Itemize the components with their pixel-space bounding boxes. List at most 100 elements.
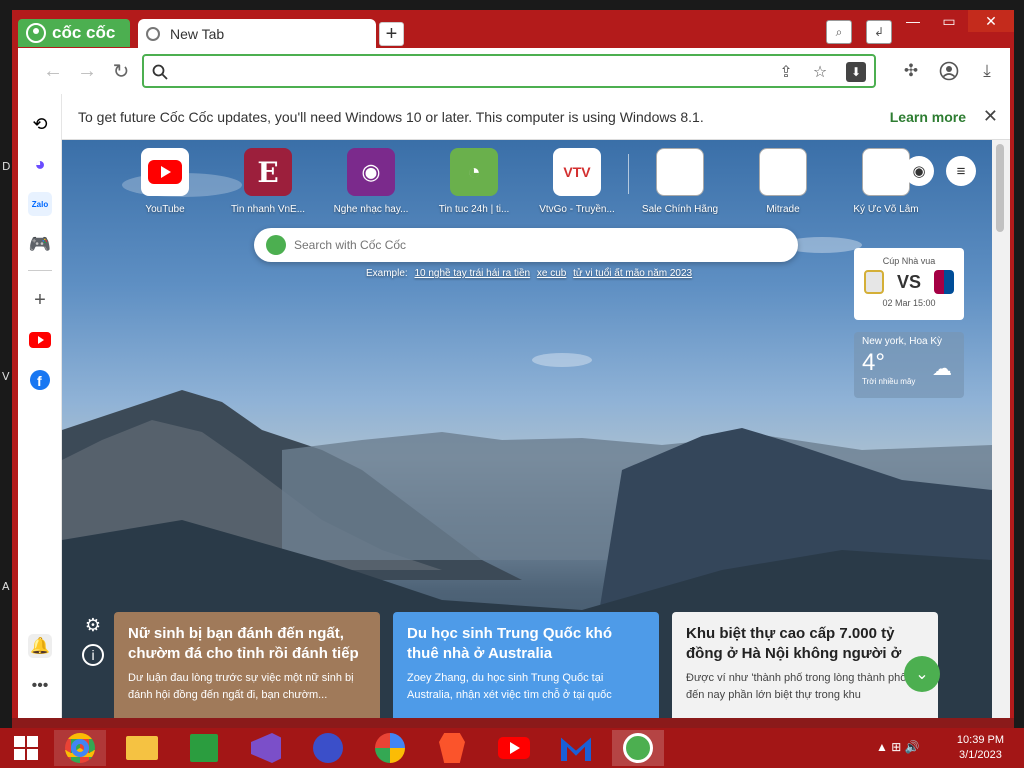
system-tray[interactable]: ▲ ⊞ 🔊: [876, 740, 920, 754]
tile-news24h[interactable]: ◔ Tin tuc 24h | ti...: [427, 148, 521, 215]
zalo-icon[interactable]: Zalo: [28, 192, 52, 216]
coccoc-menu-button[interactable]: cốc cốc: [18, 19, 130, 47]
taskbar-chrome[interactable]: [54, 730, 106, 766]
tile-label: Tin tuc 24h | ti...: [438, 204, 510, 215]
match-competition: Cúp Nhà vua: [882, 256, 936, 266]
weather-widget[interactable]: New york, Hoa Kỳ 4° Trời nhiều mây ☁: [854, 332, 964, 398]
desktop-icon-label[interactable]: A: [2, 580, 10, 593]
toolbar: ← → ↻ ⇪ ☆ ⬇ ✣ ⤓: [18, 48, 1010, 94]
taskbar-brave[interactable]: [426, 730, 478, 766]
taskbar-visual-studio[interactable]: [240, 730, 292, 766]
taskbar-store[interactable]: [178, 730, 230, 766]
ntp-customize-button[interactable]: ≡: [946, 156, 976, 186]
example-link[interactable]: xe cub: [537, 268, 566, 279]
desktop-icon-label[interactable]: V: [2, 370, 10, 383]
coccoc-app-icon: [623, 733, 653, 763]
tab-favicon-icon: [146, 26, 160, 41]
file-explorer-icon: [126, 736, 158, 760]
coccoc-search-icon: [266, 235, 286, 255]
news-snippet: Dư luận đau lòng trước sự việc một nữ si…: [128, 672, 354, 701]
tab-search-button[interactable]: ⌕: [826, 20, 852, 44]
messenger-icon[interactable]: ◕: [28, 152, 52, 176]
taskbar: ▲ ⊞ 🔊 10:39 PM 3/1/2023: [0, 728, 1024, 768]
learn-more-link[interactable]: Learn more: [890, 109, 966, 125]
tile-label: Ký Ức Võ Lâm: [853, 204, 919, 215]
youtube-tile-icon: [141, 148, 189, 196]
back-to-tab-button[interactable]: ↲: [866, 20, 892, 44]
star-icon[interactable]: ☆: [810, 62, 830, 82]
tab-search-icon: ⌕: [835, 24, 843, 39]
tile-label: Sale Chính Hãng: [641, 204, 719, 215]
taskbar-network-app[interactable]: [302, 730, 354, 766]
download-square-icon[interactable]: ⬇: [846, 62, 866, 82]
tile-label: Nghe nhạc hay...: [333, 204, 409, 215]
game-icon[interactable]: 🎮: [28, 232, 52, 256]
reload-button[interactable]: ↻: [108, 58, 134, 84]
chevron-down-icon: ⌄: [915, 666, 929, 683]
scroll-down-button[interactable]: ⌄: [904, 656, 940, 692]
kyuc-tile-icon: [862, 148, 910, 196]
forward-button[interactable]: →: [74, 58, 100, 84]
news-card[interactable]: Du học sinh Trung Quốc khó thuê nhà ở Au…: [393, 612, 659, 718]
news-card[interactable]: Khu biệt thự cao cấp 7.000 tỷ đồng ở Hà …: [672, 612, 938, 718]
desktop-right-edge: [1014, 0, 1024, 728]
vnexpress-tile-icon: E: [244, 148, 292, 196]
taskbar-malwarebytes[interactable]: [550, 730, 602, 766]
sliders-icon: ≡: [956, 162, 966, 180]
tile-mitrade[interactable]: Mitrade: [736, 148, 830, 215]
match-widget[interactable]: Cúp Nhà vua VS 02 Mar 15:00: [854, 248, 964, 320]
sale-tile-icon: [656, 148, 704, 196]
address-bar[interactable]: ⇪ ☆ ⬇: [142, 54, 876, 88]
share-icon[interactable]: ⇪: [776, 62, 796, 82]
maximize-button[interactable]: ▭: [934, 10, 964, 32]
page-content: ⟲ ◕ Zalo 🎮 + f 🔔 ••• To get future Cốc C…: [18, 94, 1010, 718]
facebook-icon[interactable]: f: [28, 368, 52, 392]
taskbar-file-explorer[interactable]: [116, 730, 168, 766]
infobar-close-icon[interactable]: ✕: [983, 106, 998, 127]
add-icon[interactable]: +: [28, 288, 52, 312]
scrollbar[interactable]: [992, 140, 1010, 718]
svg-text:f: f: [37, 373, 42, 389]
puzzle-icon[interactable]: ✣: [900, 60, 922, 82]
sidebar: ⟲ ◕ Zalo 🎮 + f 🔔 •••: [18, 94, 62, 718]
address-input[interactable]: [178, 61, 778, 81]
desktop-icon-label[interactable]: D: [2, 160, 10, 173]
window-close-button[interactable]: ✕: [968, 10, 1014, 32]
minimize-button[interactable]: —: [898, 10, 928, 32]
malwarebytes-icon: [561, 737, 591, 761]
tile-sale[interactable]: Sale Chính Hãng: [633, 148, 727, 215]
tile-music[interactable]: ◉ Nghe nhạc hay...: [324, 148, 418, 215]
taskbar-youtube[interactable]: [488, 730, 540, 766]
settings-gear-icon[interactable]: ⚙: [82, 614, 104, 636]
example-link[interactable]: 10 nghề tay trái hái ra tiền: [414, 268, 530, 279]
more-icon[interactable]: •••: [28, 674, 52, 698]
ntp-search-box[interactable]: [254, 228, 798, 262]
example-link[interactable]: tử vi tuổi ất mão năm 2023: [573, 268, 692, 279]
news-card[interactable]: Nữ sinh bị bạn đánh đến ngất, chườm đá c…: [114, 612, 380, 718]
taskbar-coccoc[interactable]: [612, 730, 664, 766]
mitrade-tile-icon: [759, 148, 807, 196]
taskbar-clock[interactable]: 10:39 PM 3/1/2023: [957, 733, 1004, 763]
tile-youtube[interactable]: YouTube: [118, 148, 212, 215]
youtube-icon[interactable]: [28, 328, 52, 352]
notification-bell-icon[interactable]: 🔔: [28, 634, 52, 658]
reload-icon: ↻: [112, 60, 130, 83]
windows-start-button[interactable]: [0, 730, 52, 766]
profile-icon[interactable]: [938, 60, 960, 82]
history-icon[interactable]: ⟲: [28, 112, 52, 136]
new-tab-button[interactable]: +: [379, 22, 404, 46]
weather-city: New york, Hoa Kỳ: [862, 336, 943, 347]
tab-title: New Tab: [170, 25, 225, 42]
tab-new-tab[interactable]: New Tab: [138, 19, 376, 48]
browser-lock-icon: [375, 733, 405, 763]
ntp-search-input[interactable]: [294, 236, 774, 254]
info-icon[interactable]: i: [82, 644, 104, 666]
back-button[interactable]: ←: [40, 58, 66, 84]
tile-vnexpress[interactable]: E Tin nhanh VnE...: [221, 148, 315, 215]
download-icon[interactable]: ⤓: [976, 60, 998, 82]
tile-vtvgo[interactable]: VTV VtvGo - Truyền...: [530, 148, 624, 215]
browser-window: cốc cốc New Tab + ⌕ ↲ — ▭ ✕ ← → ↻ ⇪ ☆ ⬇ …: [12, 10, 1014, 718]
scrollbar-thumb[interactable]: [996, 144, 1004, 232]
taskbar-browser-lock[interactable]: [364, 730, 416, 766]
ntp-profile-button[interactable]: ◉: [904, 156, 934, 186]
